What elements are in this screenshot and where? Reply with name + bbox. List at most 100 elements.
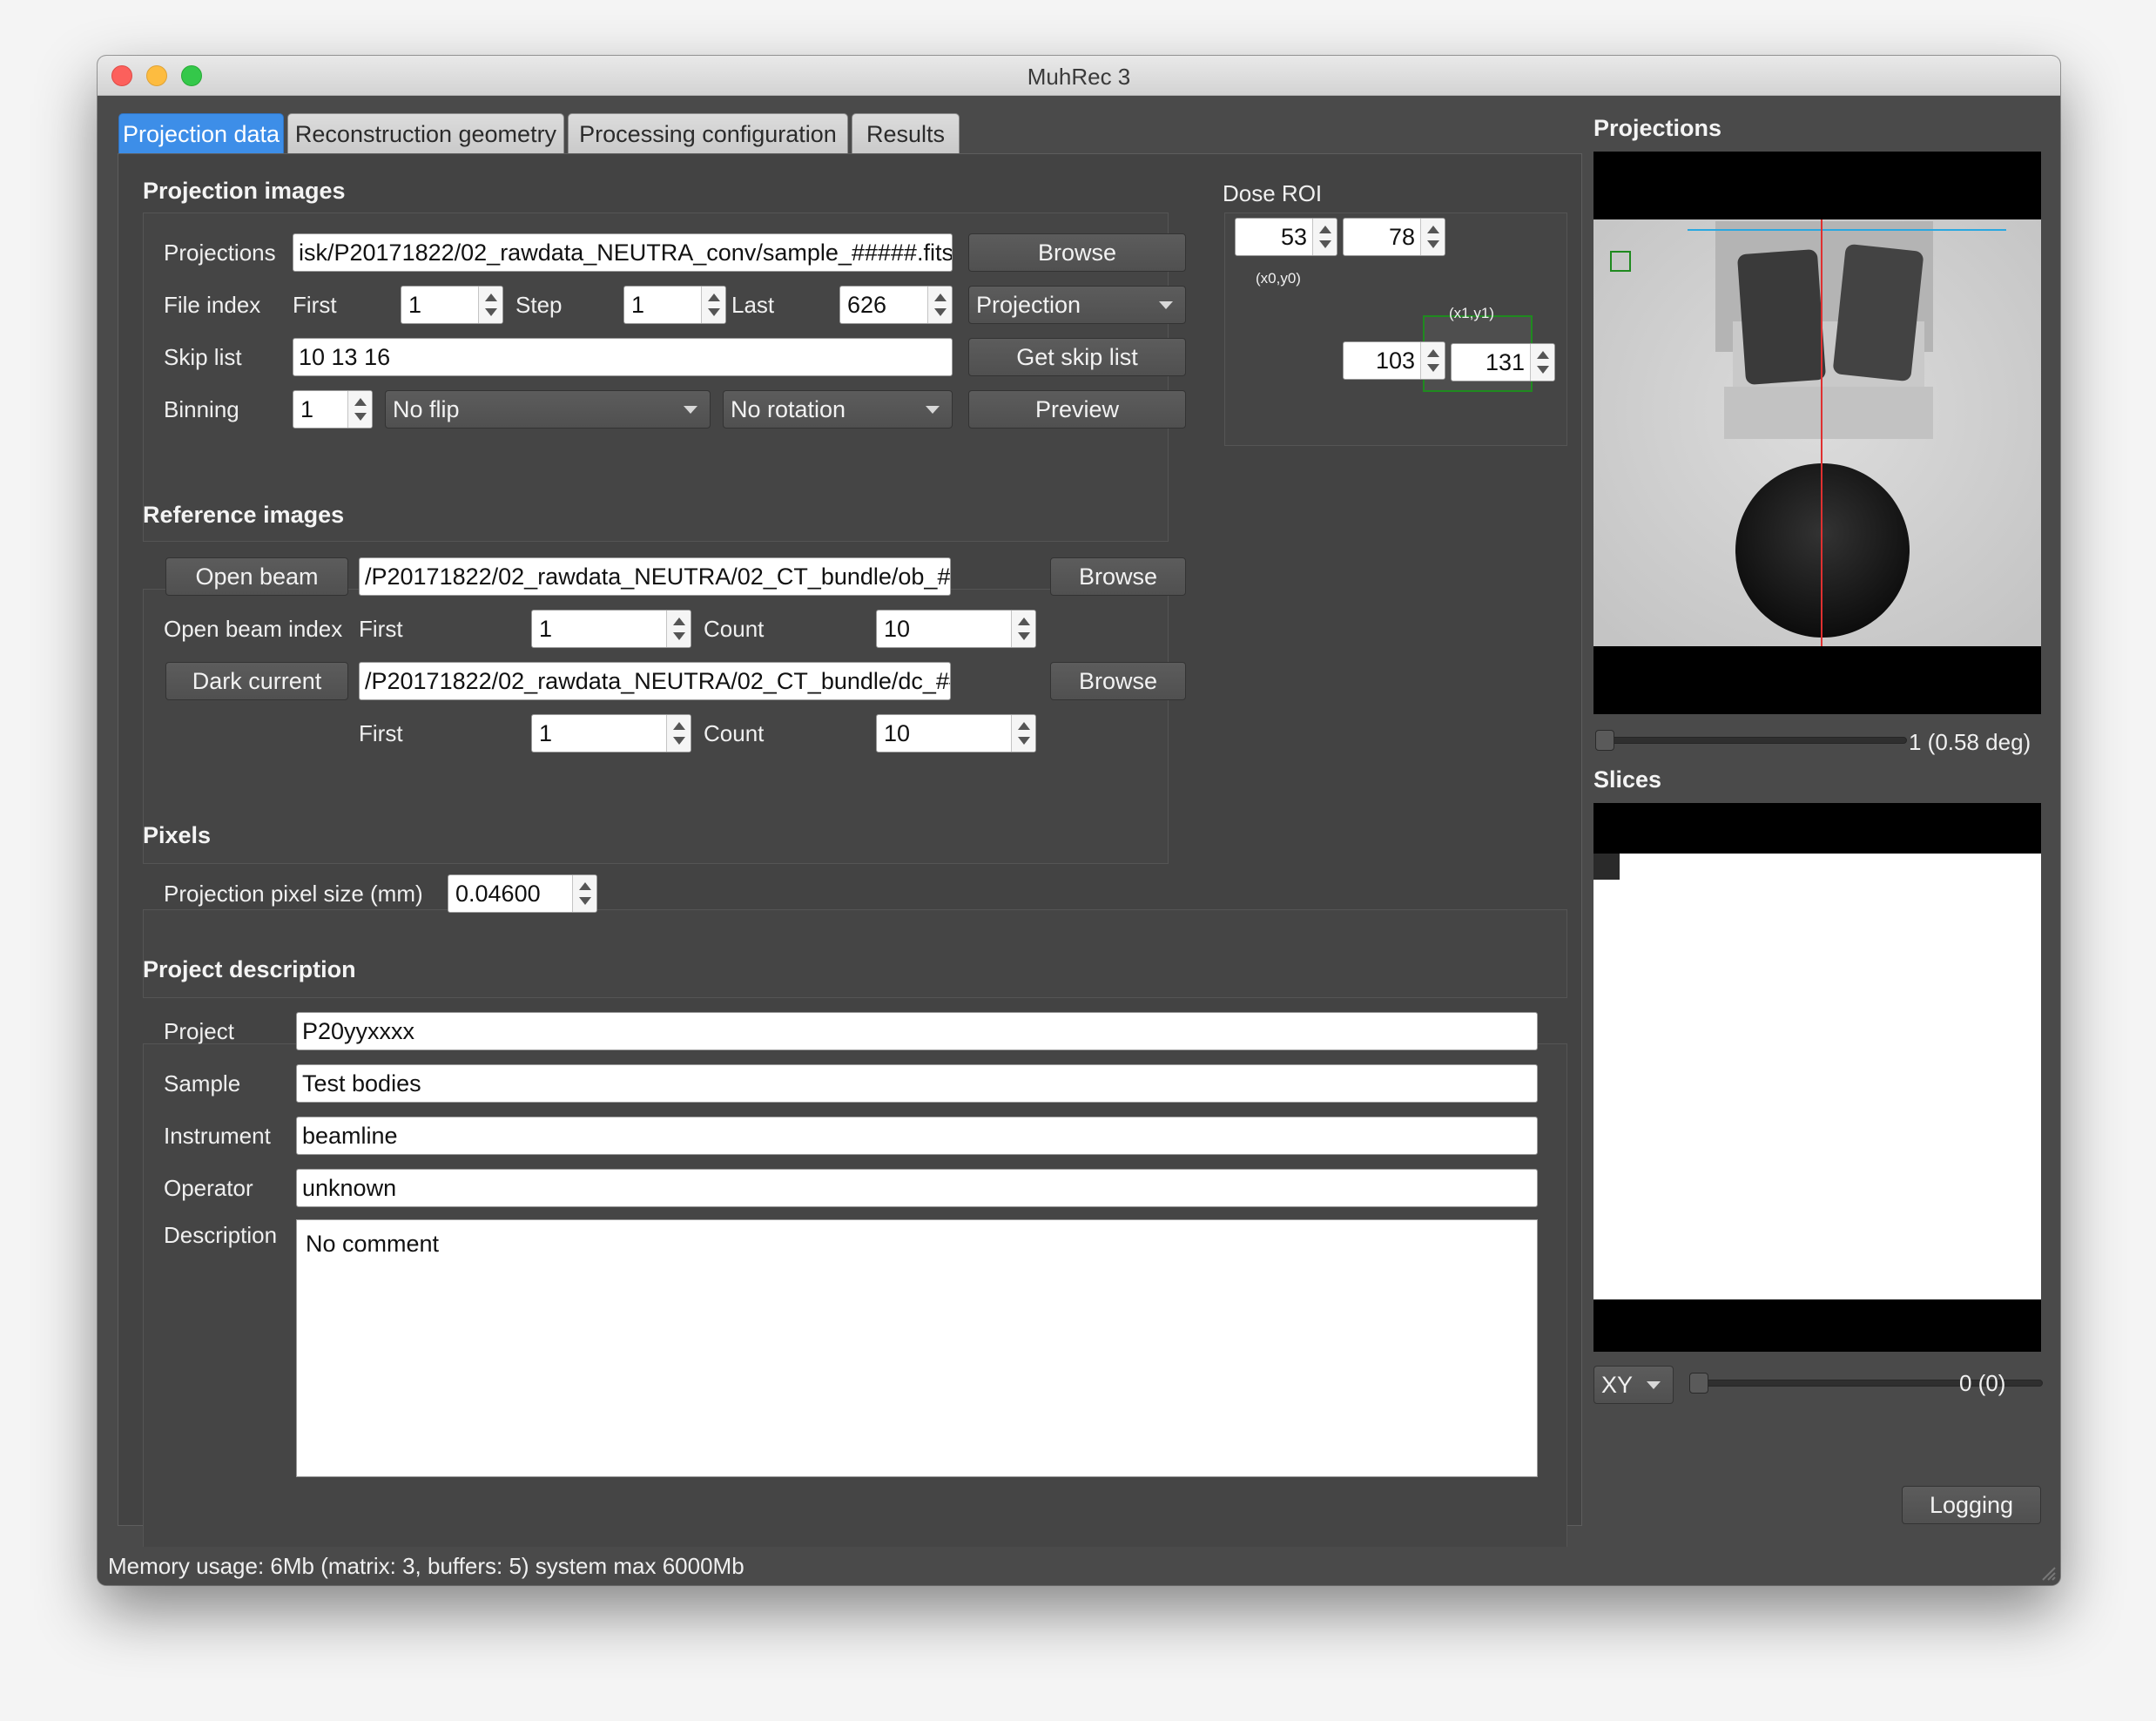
up-arrow-icon[interactable] [1427,349,1439,357]
up-arrow-icon[interactable] [708,294,720,301]
first-index-stepper[interactable] [478,287,502,323]
dc-count-spinbox[interactable]: 10 [876,714,1036,753]
project-label: Project [164,1018,234,1044]
projection-type-select[interactable]: Projection [968,286,1186,324]
project-description-title: Project description [143,956,356,982]
pixel-size-stepper[interactable] [572,875,596,912]
roi-x1-stepper[interactable] [1420,342,1445,379]
skip-list-input[interactable]: 10 13 16 [293,338,953,376]
get-skip-list-button[interactable]: Get skip list [968,338,1186,376]
first-index-spinbox[interactable]: 1 [401,286,503,324]
pixel-size-spinbox[interactable]: 0.04600 [448,874,597,913]
slice-plane-value: XY [1601,1372,1634,1398]
roi-y0-stepper[interactable] [1420,219,1445,255]
project-input[interactable]: P20yyxxxx [296,1012,1538,1050]
operator-label: Operator [164,1175,253,1201]
down-arrow-icon[interactable] [1427,240,1439,248]
slice-plane-select[interactable]: XY [1593,1366,1674,1404]
slice-image [1593,854,2041,1299]
roi-x0-value: 53 [1280,224,1307,250]
up-arrow-icon[interactable] [579,882,591,890]
ob-first-stepper[interactable] [666,611,691,647]
up-arrow-icon[interactable] [1427,226,1439,233]
binning-spinbox[interactable]: 1 [293,390,373,429]
tab-results[interactable]: Results [852,113,960,155]
up-arrow-icon[interactable] [485,294,497,301]
dark-current-path-input[interactable]: /P20171822/02_rawdata_NEUTRA/02_CT_bundl… [359,662,951,700]
roi-x1-spinbox[interactable]: 103 [1343,341,1445,380]
step-stepper[interactable] [701,287,725,323]
down-arrow-icon[interactable] [708,308,720,316]
projection-slider-label: 1 (0.58 deg) [1909,729,2031,755]
dc-first-value: 1 [539,720,553,746]
dc-count-stepper[interactable] [1011,715,1035,752]
binning-stepper[interactable] [347,391,372,428]
title-bar[interactable]: MuhRec 3 [98,56,2060,96]
tab-reconstruction-geometry[interactable]: Reconstruction geometry [287,113,564,155]
tab-processing-configuration[interactable]: Processing configuration [568,113,848,155]
up-arrow-icon[interactable] [1319,226,1331,233]
rotation-value: No rotation [731,396,846,422]
rotation-select[interactable]: No rotation [723,390,953,429]
roi-y1-spinbox[interactable]: 131 [1451,343,1555,381]
up-arrow-icon[interactable] [1537,351,1549,359]
slice-image-view[interactable] [1593,803,2041,1352]
down-arrow-icon[interactable] [1018,737,1030,745]
binning-label: Binning [164,396,239,422]
roi-x0-spinbox[interactable]: 53 [1235,218,1337,256]
dc-first-spinbox[interactable]: 1 [531,714,691,753]
projection-image-view[interactable] [1593,152,2041,714]
down-arrow-icon[interactable] [1537,366,1549,374]
instrument-input[interactable]: beamline [296,1117,1538,1155]
down-arrow-icon[interactable] [1319,240,1331,248]
operator-input[interactable]: unknown [296,1169,1538,1207]
description-textarea[interactable]: No comment [296,1219,1538,1477]
down-arrow-icon[interactable] [673,737,685,745]
preview-button[interactable]: Preview [968,390,1186,429]
ob-count-spinbox[interactable]: 10 [876,610,1036,648]
resize-grip-icon[interactable] [2039,1564,2057,1582]
projection-image [1593,219,2041,646]
down-arrow-icon[interactable] [354,413,367,421]
last-index-spinbox[interactable]: 626 [839,286,953,324]
down-arrow-icon[interactable] [1018,632,1030,640]
dark-current-browse-button[interactable]: Browse [1050,662,1186,700]
down-arrow-icon[interactable] [485,308,497,316]
roi-x0-stepper[interactable] [1312,219,1337,255]
down-arrow-icon[interactable] [934,308,947,316]
dark-current-button[interactable]: Dark current [165,662,348,700]
projections-browse-button[interactable]: Browse [968,233,1186,272]
down-arrow-icon[interactable] [1427,364,1439,372]
open-beam-path-input[interactable]: /P20171822/02_rawdata_NEUTRA/02_CT_bundl… [359,557,951,596]
projection-slider-handle[interactable] [1595,730,1614,751]
down-arrow-icon[interactable] [579,897,591,905]
ob-count-stepper[interactable] [1011,611,1035,647]
ob-first-spinbox[interactable]: 1 [531,610,691,648]
up-arrow-icon[interactable] [673,722,685,730]
flip-select[interactable]: No flip [385,390,711,429]
last-index-stepper[interactable] [927,287,952,323]
ob-first-value: 1 [539,616,553,642]
dc-first-stepper[interactable] [666,715,691,752]
up-arrow-icon[interactable] [1018,722,1030,730]
projection-type-value: Projection [976,292,1081,318]
tab-projection-data[interactable]: Projection data [118,113,284,155]
open-beam-button[interactable]: Open beam [165,557,348,596]
ob-count-value: 10 [884,616,911,642]
down-arrow-icon[interactable] [673,632,685,640]
logging-button[interactable]: Logging [1902,1486,2041,1524]
chevron-down-icon [1159,301,1173,309]
projection-slider-track[interactable] [1604,737,1907,744]
up-arrow-icon[interactable] [1018,618,1030,625]
open-beam-browse-button[interactable]: Browse [1050,557,1186,596]
roi-y0-spinbox[interactable]: 78 [1343,218,1445,256]
up-arrow-icon[interactable] [934,294,947,301]
step-spinbox[interactable]: 1 [623,286,726,324]
pixel-size-label: Projection pixel size (mm) [164,881,423,907]
sample-input[interactable]: Test bodies [296,1064,1538,1103]
projections-path-input[interactable]: isk/P20171822/02_rawdata_NEUTRA_conv/sam… [293,233,953,272]
up-arrow-icon[interactable] [354,398,367,406]
roi-y1-stepper[interactable] [1530,344,1554,381]
slice-slider-handle[interactable] [1689,1373,1708,1394]
up-arrow-icon[interactable] [673,618,685,625]
